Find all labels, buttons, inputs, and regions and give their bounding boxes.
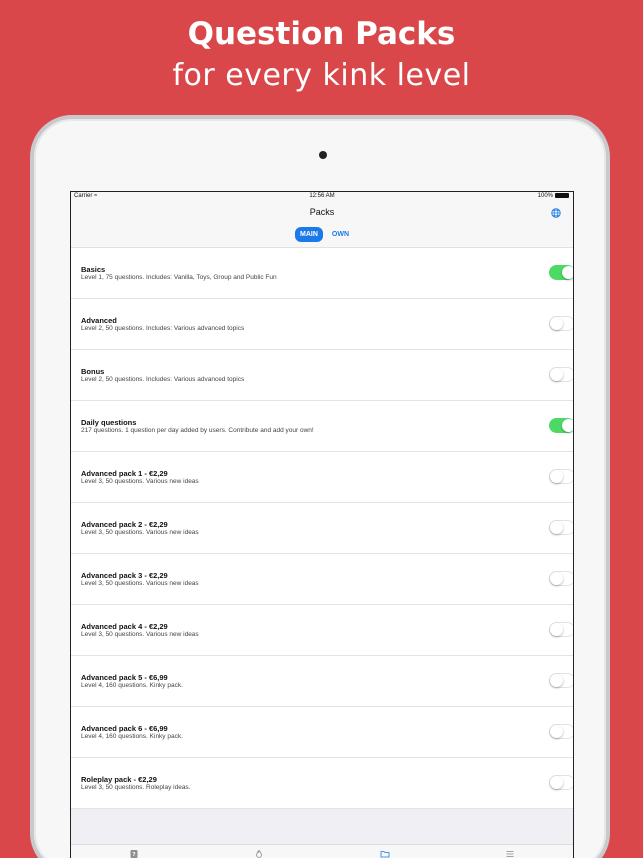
pack-name: Advanced pack 1 - €2,29 <box>81 469 168 478</box>
pack-name: Roleplay pack - €2,29 <box>81 775 157 784</box>
tab-bar: ?QuestionsMatchesPacksMore <box>71 844 573 858</box>
pack-name: Advanced <box>81 316 117 325</box>
pack-toggle[interactable] <box>549 265 573 280</box>
toggle-knob <box>550 572 563 585</box>
segment-main[interactable]: MAIN <box>295 227 323 242</box>
list-item[interactable]: Advanced pack 5 - €6,99 Level 4, 160 ques… <box>71 656 573 707</box>
tab-packs[interactable]: Packs <box>322 845 448 858</box>
list-item[interactable]: Advanced pack 2 - €2,29 Level 3, 50 quest… <box>71 503 573 554</box>
pack-toggle[interactable] <box>549 673 573 688</box>
toggle-knob <box>550 776 563 789</box>
list-item[interactable]: Bonus Level 2, 50 questions. Includes: Va… <box>71 350 573 401</box>
status-time: 12:56 AM <box>309 193 335 199</box>
list-item[interactable]: Advanced pack 3 - €2,29 Level 3, 50 quest… <box>71 554 573 605</box>
status-bar: Carrier ≈ 12:56 AM 100% <box>71 192 573 202</box>
pack-name: Basics <box>81 265 106 274</box>
packs-list: Basics Level 1, 75 questions. Includes: V… <box>71 248 573 809</box>
pack-toggle[interactable] <box>549 520 573 535</box>
app-screen: Carrier ≈ 12:56 AM 100% Packs MAIN OWN B… <box>70 191 574 858</box>
pack-description: Level 3, 50 questions. Various new ideas <box>81 478 199 485</box>
tab-more[interactable]: More <box>448 845 574 858</box>
headline-subtitle: for every kink level <box>172 58 471 93</box>
headline-title: Question Packs <box>187 16 456 52</box>
pack-toggle[interactable] <box>549 367 573 382</box>
pack-description: Level 2, 50 questions. Includes: Various… <box>81 376 245 383</box>
pack-toggle[interactable] <box>549 469 573 484</box>
tablet-device-frame: Carrier ≈ 12:56 AM 100% Packs MAIN OWN B… <box>30 115 610 858</box>
toggle-knob <box>550 470 563 483</box>
pack-name: Advanced pack 2 - €2,29 <box>81 520 168 529</box>
pack-name: Advanced pack 6 - €6,99 <box>81 724 168 733</box>
list-item[interactable]: Advanced Level 2, 50 questions. Includes:… <box>71 299 573 350</box>
pack-toggle[interactable] <box>549 724 573 739</box>
toggle-knob <box>550 623 563 636</box>
pack-toggle[interactable] <box>549 571 573 586</box>
pack-name: Advanced pack 4 - €2,29 <box>81 622 168 631</box>
camera-icon <box>319 151 327 159</box>
tab-matches[interactable]: Matches <box>197 845 323 858</box>
pack-name: Advanced pack 5 - €6,99 <box>81 673 168 682</box>
folder-icon <box>322 849 448 858</box>
pack-toggle[interactable] <box>549 775 573 790</box>
list-item[interactable]: Daily questions 217 questions. 1 question… <box>71 401 573 452</box>
pack-description: Level 3, 50 questions. Various new ideas <box>81 631 199 638</box>
pack-name: Advanced pack 3 - €2,29 <box>81 571 168 580</box>
toggle-knob <box>550 725 563 738</box>
pack-description: Level 3, 50 questions. Roleplay ideas. <box>81 784 191 791</box>
page-title: Packs <box>309 207 335 217</box>
list-item[interactable]: Roleplay pack - €2,29 Level 3, 50 questio… <box>71 758 573 809</box>
pack-description: Level 3, 50 questions. Various new ideas <box>81 580 199 587</box>
pack-toggle[interactable] <box>549 622 573 637</box>
globe-icon[interactable] <box>551 208 561 218</box>
list-item[interactable]: Basics Level 1, 75 questions. Includes: V… <box>71 248 573 299</box>
pack-description: Level 3, 50 questions. Various new ideas <box>81 529 199 536</box>
toggle-knob <box>550 368 563 381</box>
pack-description: Level 2, 50 questions. Includes: Various… <box>81 325 245 332</box>
pack-toggle[interactable] <box>549 316 573 331</box>
list-item[interactable]: Advanced pack 4 - €2,29 Level 3, 50 quest… <box>71 605 573 656</box>
toggle-knob <box>562 419 573 432</box>
pack-name: Bonus <box>81 367 105 376</box>
segment-own[interactable]: OWN <box>327 227 354 242</box>
pack-name: Daily questions <box>81 418 137 427</box>
navigation-bar: Packs <box>71 202 573 224</box>
toggle-knob <box>562 266 573 279</box>
pack-description: 217 questions. 1 question per day added … <box>81 427 314 434</box>
battery-indicator: 100% <box>538 193 569 199</box>
pack-description: Level 4, 160 questions. Kinky pack. <box>81 682 183 689</box>
flame-icon <box>197 849 323 858</box>
svg-text:?: ? <box>132 852 135 858</box>
list-icon <box>448 849 574 858</box>
pack-description: Level 1, 75 questions. Includes: Vanilla… <box>81 274 277 281</box>
tab-questions[interactable]: ?Questions <box>71 845 197 858</box>
toggle-knob <box>550 317 563 330</box>
list-item[interactable]: Advanced pack 6 - €6,99 Level 4, 160 ques… <box>71 707 573 758</box>
list-item[interactable]: Advanced pack 1 - €2,29 Level 3, 50 quest… <box>71 452 573 503</box>
battery-icon <box>555 193 569 198</box>
toggle-knob <box>550 521 563 534</box>
toggle-knob <box>550 674 563 687</box>
question-card-icon: ? <box>71 849 197 858</box>
pack-description: Level 4, 160 questions. Kinky pack. <box>81 733 183 740</box>
segmented-control: MAIN OWN <box>71 224 573 248</box>
pack-toggle[interactable] <box>549 418 573 433</box>
